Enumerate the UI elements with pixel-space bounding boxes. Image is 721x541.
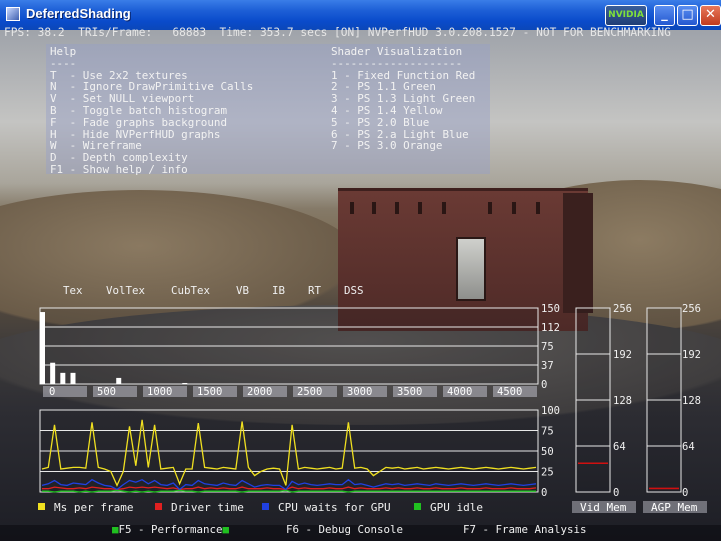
legend-swatch: [155, 503, 162, 510]
legend-label: Ms per frame: [54, 501, 133, 514]
performance-graph: 100 75 50 25 0: [39, 405, 560, 499]
histogram-y-tick: 150: [541, 303, 560, 315]
memory-tick: 64: [682, 441, 695, 453]
histogram-x-tick: 4500: [497, 386, 522, 398]
histogram-bar: [40, 312, 45, 384]
batch-histogram: 150 112 75 37 0 0 500 1000 1500 2000 2500 3000 3500 4…: [39, 303, 560, 398]
histogram-x-tick: 0: [49, 386, 55, 398]
histogram-x-tick: 2000: [247, 386, 272, 398]
memory-tick: 128: [613, 395, 632, 407]
histogram-x-tick: 1000: [147, 386, 172, 398]
legend-swatch: [414, 503, 421, 510]
histogram-bar: [116, 377, 122, 384]
memory-tick: 64: [613, 441, 626, 453]
hud-graphs: 150112753700 500 1000 1500 2000 2500 3000 3500 4…: [38, 303, 707, 514]
memory-tick: 128: [682, 395, 701, 407]
memory-graphs: 256 192 128 64 0 Vid Mem 256 192 128 64 0 AGP Mem: [572, 303, 707, 514]
legend-swatch: [38, 503, 45, 510]
memory-tick: 256: [613, 303, 632, 315]
histogram-x-tick: 3000: [347, 386, 372, 398]
histogram-x-tick: 3500: [397, 386, 422, 398]
f5-marker-end: ■: [222, 523, 230, 536]
histogram-x-tick: 4000: [447, 386, 472, 398]
memory-tick: 256: [682, 303, 701, 315]
memory-tick: 0: [613, 487, 619, 499]
legend-label: GPU idle: [430, 501, 483, 514]
histogram-x-tick: 2500: [297, 386, 322, 398]
footer-f5-performance[interactable]: ■F5 - Performance■: [112, 524, 229, 536]
memory-tick: 0: [682, 487, 688, 499]
memory-label: AGP Mem: [651, 501, 698, 514]
legend-swatch: [262, 503, 269, 510]
app-window: DeferredShading NVIDIA _ □ ✕ FPS: 38.2 T…: [0, 0, 721, 541]
histogram-bar: [70, 372, 76, 384]
memory-label: Vid Mem: [580, 501, 627, 514]
histogram-x-tick: 500: [97, 386, 116, 398]
perf-y-tick: 0: [541, 487, 547, 499]
histogram-x-tick: 1500: [197, 386, 222, 398]
histogram-bar: [60, 372, 66, 384]
perf-y-tick: 100: [541, 405, 560, 417]
memory-tick: 192: [613, 349, 632, 361]
legend-label: Driver time: [171, 501, 244, 514]
histogram-y-tick: 0: [541, 379, 547, 391]
footer-f6-debug-console[interactable]: F6 - Debug Console: [286, 524, 403, 536]
footer-f7-frame-analysis[interactable]: F7 - Frame Analysis: [463, 524, 587, 536]
memory-tick: 192: [682, 349, 701, 361]
histogram-y-tick: 112: [541, 322, 560, 334]
histogram-y-tick: 75: [541, 341, 554, 353]
histogram-bar: [50, 362, 56, 384]
perf-y-tick: 25: [541, 467, 554, 479]
performance-legend: Ms per frame Driver time CPU waits for GPU…: [38, 501, 483, 514]
histogram-y-tick: 37: [541, 360, 554, 372]
histogram-bar: [182, 382, 188, 384]
legend-label: CPU waits for GPU: [278, 501, 391, 514]
footer-f5-label: F5 - Performance: [118, 523, 223, 536]
perf-y-tick: 75: [541, 426, 554, 438]
perf-y-tick: 50: [541, 446, 554, 458]
